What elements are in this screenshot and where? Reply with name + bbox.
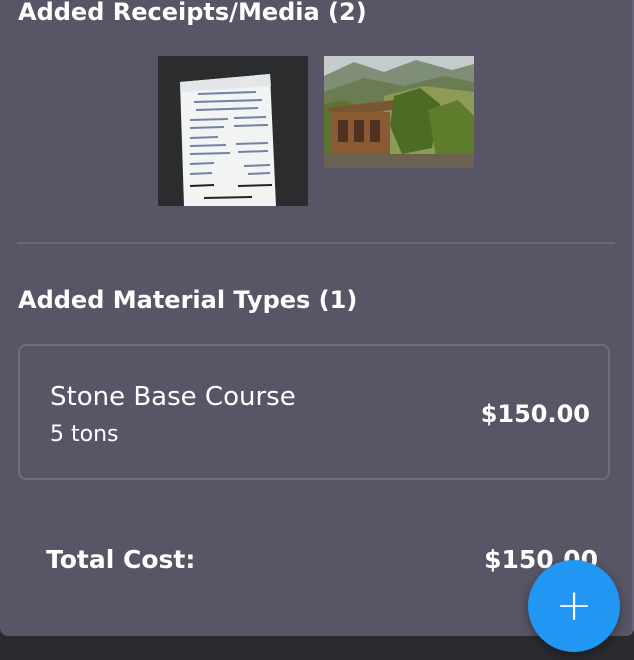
material-price: $150.00 — [480, 400, 590, 428]
section-divider — [17, 242, 615, 244]
details-panel: Added Receipts/Media (2) Added Material … — [0, 0, 634, 636]
cabin-thumbnail[interactable] — [324, 56, 474, 168]
receipts-section-title: Added Receipts/Media (2) — [18, 0, 367, 26]
material-name: Stone Base Course — [50, 382, 296, 412]
material-item-card[interactable]: Stone Base Course 5 tons $150.00 — [18, 344, 610, 480]
add-button[interactable]: + — [528, 560, 620, 652]
total-cost-label: Total Cost: — [46, 545, 196, 574]
materials-section-title: Added Material Types (1) — [18, 286, 358, 314]
media-thumbnails — [158, 56, 474, 206]
plus-icon: + — [555, 580, 593, 631]
receipt-thumbnail[interactable] — [158, 56, 308, 206]
material-quantity: 5 tons — [50, 422, 119, 447]
